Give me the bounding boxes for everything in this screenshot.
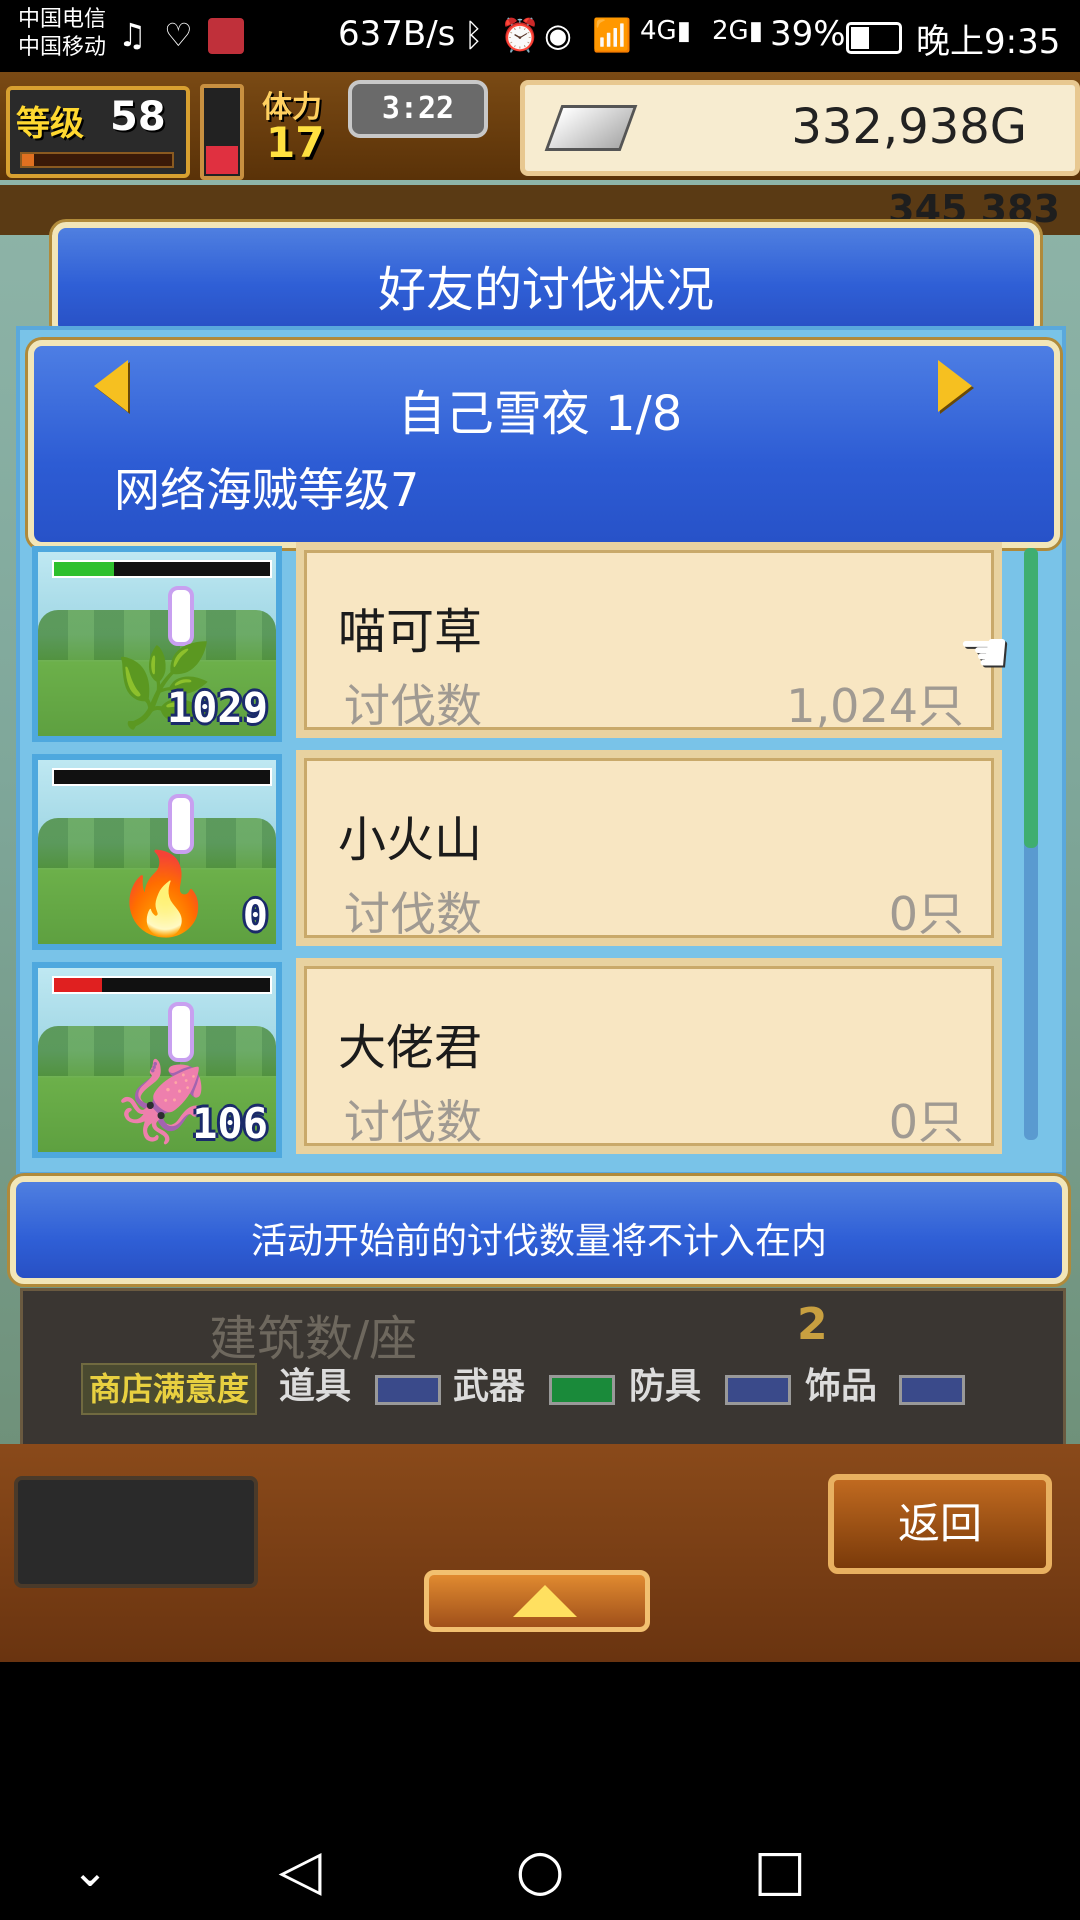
hp-fill — [54, 978, 102, 992]
kills-value: 0只 — [888, 887, 964, 941]
monster-name: 喵可草 — [338, 604, 483, 660]
category-gauge — [375, 1375, 441, 1405]
exclamation-icon — [168, 1002, 194, 1062]
category-gauge — [549, 1375, 615, 1405]
back-triangle-icon[interactable]: ◁ — [250, 1838, 350, 1903]
home-circle-icon[interactable]: ○ — [490, 1838, 590, 1903]
notice-text: 活动开始前的讨伐数量将不计入在内 — [250, 1221, 827, 1262]
level-label: 等级 — [16, 104, 84, 144]
pointing-hand-icon: ☚ — [958, 618, 1010, 686]
up-arrow-icon — [513, 1585, 577, 1617]
thumb-count: 1029 — [166, 683, 268, 732]
thumb-count: 106 — [192, 1099, 268, 1148]
monster-name: 大佬君 — [338, 1020, 483, 1076]
hp-bar — [52, 976, 272, 994]
stamina-value: 17 — [266, 118, 325, 167]
hp-bar — [52, 768, 272, 786]
monster-thumbnail: 🔥 0 — [32, 754, 282, 950]
category-label: 防具 — [629, 1366, 702, 1407]
carrier-2: 中国移动 — [18, 35, 107, 60]
music-icon: ♫ — [118, 16, 147, 54]
clock: 晚上9:35 — [916, 22, 1061, 62]
signal-4g-icon: 4G▮ — [640, 16, 691, 46]
friend-name: 自己雪夜 1/8 — [397, 386, 683, 442]
category-label: 武器 — [453, 1366, 526, 1407]
bluetooth-icon: ᛒ — [464, 16, 484, 54]
back-button[interactable]: 返回 — [828, 1474, 1052, 1574]
eye-icon: ◉ — [544, 16, 572, 54]
silver-ingot-icon — [544, 105, 638, 151]
gold-value: 332,938G — [791, 99, 1027, 155]
health-icon: ♡ — [164, 16, 193, 54]
monster-thumbnail: 🦑 106 — [32, 962, 282, 1158]
signal-2g-icon: 2G▮ — [712, 16, 763, 46]
exclamation-icon — [168, 586, 194, 646]
xp-bar — [20, 152, 174, 168]
level-value: 58 — [110, 94, 166, 140]
category-label: 道具 — [279, 1366, 352, 1407]
carrier-info: 中国电信 中国移动 — [18, 6, 106, 62]
thumb-count: 0 — [242, 891, 268, 940]
kills-label: 讨伐数 — [344, 679, 482, 733]
satisfaction-label: 商店满意度 — [81, 1363, 258, 1415]
stamina-timer: 3:22 — [348, 80, 488, 138]
monster-name: 小火山 — [338, 812, 483, 868]
wifi-icon: 📶 — [592, 16, 632, 54]
alarm-icon: ⏰ — [500, 16, 540, 54]
list-item[interactable]: 喵可草 讨伐数 1,024只 — [296, 542, 1002, 738]
android-nav-bar: ⌄ ◁ ○ □ — [0, 1820, 1080, 1920]
category-gauge — [725, 1375, 791, 1405]
next-friend-arrow-icon[interactable] — [938, 360, 972, 412]
category-label: 饰品 — [805, 1366, 878, 1407]
hp-bar — [52, 560, 272, 578]
list-scroll-thumb[interactable] — [1024, 548, 1038, 848]
kills-label: 讨伐数 — [344, 887, 482, 941]
xp-fill — [22, 154, 34, 166]
hide-nav-chevron-icon[interactable]: ⌄ — [40, 1846, 140, 1897]
battery-icon — [846, 22, 902, 54]
list-item[interactable]: 小火山 讨伐数 0只 — [296, 750, 1002, 946]
level-box: 等级 58 — [6, 86, 190, 178]
monster-thumbnail: 🌿 1029 — [32, 546, 282, 742]
dialog-title-banner: 好友的讨伐状况 — [52, 222, 1040, 338]
kills-value: 0只 — [888, 1095, 964, 1149]
prev-friend-arrow-icon[interactable] — [94, 360, 128, 412]
exclamation-icon — [168, 794, 194, 854]
carrier-1: 中国电信 — [18, 7, 107, 32]
dialog-title: 好友的讨伐状况 — [377, 262, 714, 318]
category-gauge — [899, 1375, 965, 1405]
building-value: 2 — [797, 1299, 828, 1350]
hp-fill — [54, 562, 115, 576]
expand-up-button[interactable] — [424, 1570, 650, 1632]
stamina-meter — [200, 84, 244, 180]
friend-rank: 网络海贼等级7 — [114, 463, 420, 517]
monster-sprite: 🔥 — [114, 847, 214, 940]
kills-label: 讨伐数 — [344, 1095, 482, 1149]
battery-percent: 39% — [770, 14, 846, 54]
list-item[interactable]: 大佬君 讨伐数 0只 — [296, 958, 1002, 1154]
gold-box: 332,938G — [520, 80, 1080, 176]
status-bar: 中国电信 中国移动 ♫ ♡ 637B/s ᛒ ⏰ ◉ 📶 4G▮ 2G▮ 39%… — [0, 0, 1080, 72]
empty-slot — [14, 1476, 258, 1588]
recents-square-icon[interactable]: □ — [730, 1838, 830, 1903]
notice-banner: 活动开始前的讨伐数量将不计入在内 — [10, 1176, 1068, 1284]
building-label: 建筑数/座 — [209, 1311, 418, 1367]
stamina-fill — [206, 146, 238, 174]
kills-value: 1,024只 — [786, 679, 964, 733]
app-icon — [208, 18, 244, 54]
net-speed: 637B/s — [338, 14, 456, 54]
shop-stats-panel: 建筑数/座 2 商店满意度 道具 武器 防具 饰品 — [20, 1288, 1066, 1450]
